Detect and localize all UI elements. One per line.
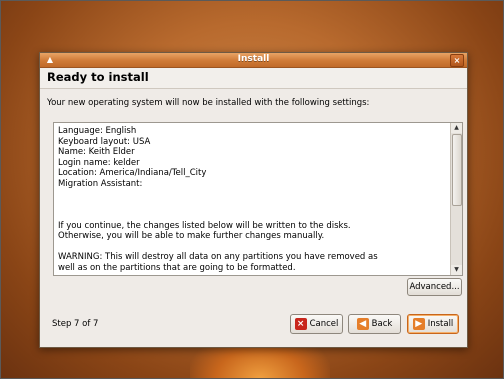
summary-line: Name: Keith Elder xyxy=(58,147,135,157)
page-title: Ready to install xyxy=(47,70,149,84)
install-dialog: ▲ Install × Ready to install Your new op… xyxy=(39,52,468,348)
summary-line: If you continue, the changes listed belo… xyxy=(58,220,351,231)
summary-content: Language: English Keyboard layout: USA Nam… xyxy=(58,126,448,273)
summary-line xyxy=(58,200,448,211)
title-bar[interactable]: ▲ Install × xyxy=(40,53,467,68)
back-button-label: Back xyxy=(371,319,393,329)
summary-line: Migration Assistant: xyxy=(58,178,143,189)
summary-line xyxy=(58,210,448,221)
summary-line xyxy=(58,189,448,200)
advanced-button-label: Advanced... xyxy=(409,282,460,292)
summary-line: Keyboard layout: USA xyxy=(58,136,151,147)
cancel-button[interactable]: × Cancel xyxy=(290,314,343,334)
cancel-button-label: Cancel xyxy=(309,319,339,329)
summary-line: well as on the partitions that are going… xyxy=(58,262,296,273)
install-button[interactable]: ▶ Install xyxy=(407,314,459,334)
cancel-icon: × xyxy=(294,318,307,330)
step-indicator: Step 7 of 7 xyxy=(52,319,99,329)
intro-text: Your new operating system will now be in… xyxy=(47,98,370,108)
scroll-down-arrow-icon[interactable]: ▼ xyxy=(451,265,462,275)
header-divider xyxy=(40,88,467,89)
scroll-thumb[interactable] xyxy=(452,134,462,206)
summary-line: Login name: kelder xyxy=(58,157,140,168)
summary-line: Location: America/Indiana/Tell_City xyxy=(58,168,207,178)
summary-line xyxy=(58,242,448,253)
summary-line: Language: English xyxy=(58,126,137,136)
settings-summary-textbox[interactable]: Language: English Keyboard layout: USA Nam… xyxy=(53,122,463,276)
close-button[interactable]: × xyxy=(450,54,464,67)
window-title: Install xyxy=(237,54,270,64)
scroll-up-arrow-icon[interactable]: ▲ xyxy=(451,123,462,133)
summary-line: Otherwise, you will be able to make furt… xyxy=(58,231,325,241)
advanced-button[interactable]: Advanced... xyxy=(407,278,462,296)
back-arrow-icon: ◀ xyxy=(356,318,369,330)
scrollbar[interactable]: ▲ ▼ xyxy=(450,123,462,275)
summary-line: WARNING: This will destroy all data on a… xyxy=(58,252,378,262)
install-button-label: Install xyxy=(427,319,454,329)
back-button[interactable]: ◀ Back xyxy=(348,314,401,334)
forward-arrow-icon: ▶ xyxy=(412,318,425,330)
